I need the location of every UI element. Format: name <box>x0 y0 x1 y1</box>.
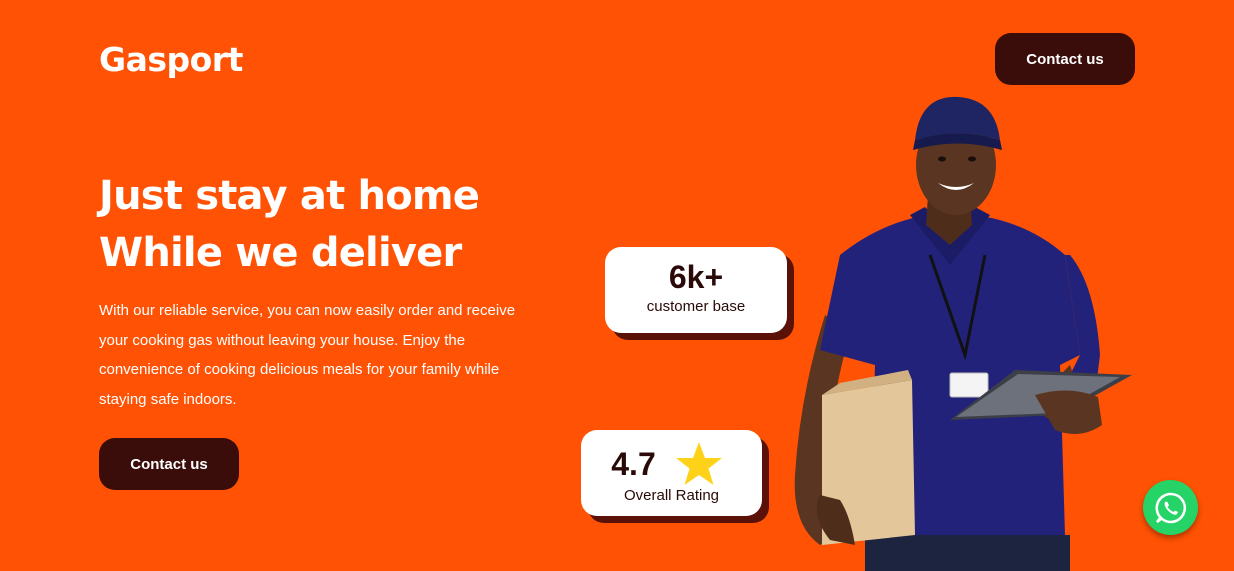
headline-line-1: Just stay at home <box>99 173 480 219</box>
hero-contact-button[interactable]: Contact us <box>99 438 239 490</box>
customer-base-label: customer base <box>646 298 746 315</box>
hero-headline: Just stay at home While we deliver <box>99 168 569 282</box>
rating-label: Overall Rating <box>623 487 720 504</box>
logo[interactable]: Gasport <box>99 40 243 79</box>
headline-line-2: While we deliver <box>99 230 462 276</box>
hero-description: With our reliable service, you can now e… <box>99 302 516 408</box>
rating-card: 4.7 Overall Rating <box>581 430 762 516</box>
delivery-person-image <box>794 96 1132 571</box>
customer-base-value: 6k+ <box>668 259 724 295</box>
whatsapp-button[interactable] <box>1143 480 1198 535</box>
customer-base-card: 6k+ customer base <box>605 247 787 333</box>
whatsapp-icon <box>1154 492 1186 523</box>
header-contact-button[interactable]: Contact us <box>995 33 1135 85</box>
rating-value: 4.7 <box>611 446 656 482</box>
star-icon <box>675 442 722 485</box>
